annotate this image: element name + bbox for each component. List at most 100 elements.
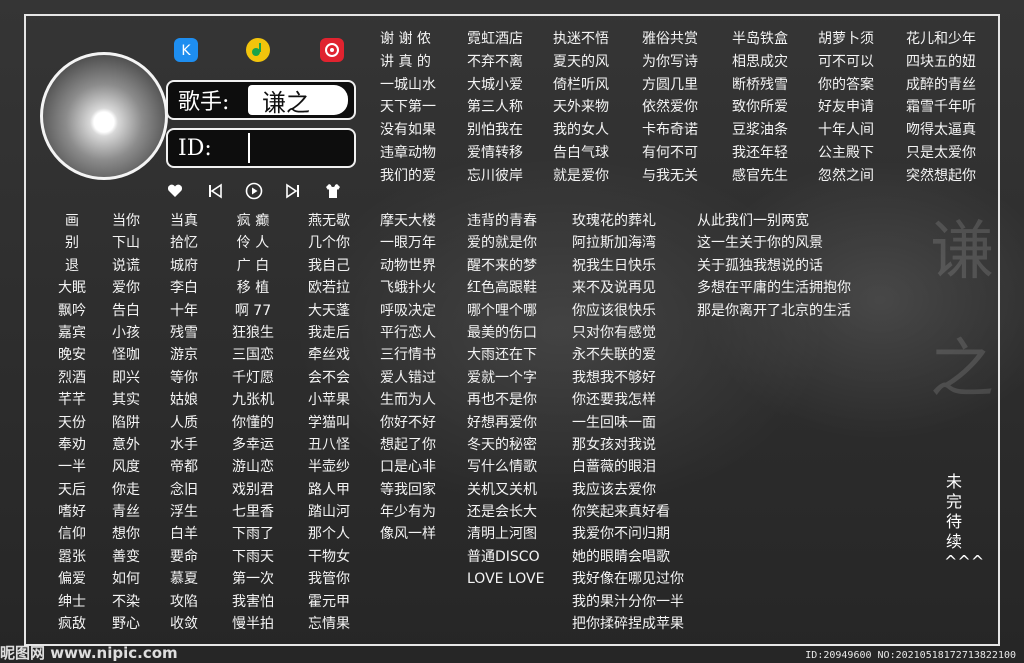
previous-icon[interactable] [206, 182, 224, 200]
to-be-continued-label: 未完待续^^^ [944, 472, 984, 571]
site-watermark: 昵图网 www.nipic.com [0, 644, 178, 662]
song-title: 依然爱你 [642, 99, 698, 116]
song-title: 忘川彼岸 [467, 167, 523, 184]
song-title: 戏别君 [232, 481, 274, 498]
singer-id-box: ID: [166, 128, 356, 168]
kugou-icon[interactable]: K [174, 38, 198, 62]
song-title: 信仰 [58, 526, 86, 543]
song-title: 攻陷 [170, 593, 198, 610]
song-title: 平行恋人 [380, 324, 436, 341]
song-title: 红色高跟鞋 [467, 280, 537, 297]
song-title: 飞蛾扑火 [380, 280, 436, 297]
song-title: 绅士 [58, 593, 86, 610]
song-title: 退 [65, 257, 79, 274]
song-title: 雅俗共赏 [642, 31, 698, 47]
song-title: 画 [65, 213, 79, 229]
song-title: 我的女人 [553, 122, 609, 139]
id-value [248, 133, 348, 163]
song-column: 半岛铁盒 相思成灾 断桥残雪 致你所爱 豆浆油条 我还年轻 感官先生 [732, 28, 788, 188]
song-title: 霍元甲 [308, 593, 350, 610]
song-title: 动物世界 [380, 257, 436, 274]
song-title: 爱情转移 [467, 144, 523, 161]
song-title: 公主殿下 [818, 144, 874, 161]
song-title: 小孩 [112, 324, 140, 341]
song-column: 画别退大眠 飘吟 嘉宾 晚安 烈酒 芊芊 天份 奉劝 一半 天后 嗜好 信仰 嚣张 偏爱 绅士 疯敌 [52, 210, 92, 635]
song-title: 我好像在哪见过你 [572, 571, 684, 588]
heart-icon[interactable] [166, 182, 184, 200]
shirt-icon[interactable] [324, 182, 342, 200]
song-title: 爱的就是你 [467, 235, 537, 252]
song-title: 不染 [112, 593, 140, 610]
song-title: 告白气球 [553, 144, 609, 161]
song-title: 我管你 [308, 571, 350, 588]
song-title: 卡布奇诺 [642, 122, 698, 139]
song-title: 花儿和少年 [906, 31, 976, 47]
song-title: 一城山水 [380, 76, 436, 93]
song-title: 三行情书 [380, 347, 436, 364]
song-title: 一半 [58, 459, 86, 476]
netease-icon[interactable] [320, 38, 344, 62]
song-title: 当真 [170, 213, 198, 229]
song-title: 大天蓬 [308, 302, 350, 319]
song-title: 半壶纱 [308, 459, 350, 476]
song-title: 偏爱 [58, 571, 86, 588]
song-title: 你好不好 [380, 414, 436, 431]
song-title: 白蔷薇的眼泪 [572, 459, 656, 476]
song-title: 为你写诗 [642, 53, 698, 70]
song-title: 与我无关 [642, 167, 698, 184]
song-title: 啊 77 [234, 302, 272, 319]
song-title: 豆浆油条 [732, 122, 788, 139]
id-label: ID: [178, 135, 212, 161]
song-title: 我应该去爱你 [572, 481, 656, 498]
song-title: 哪个哩个哪 [467, 302, 537, 319]
song-title: 燕无歇 [308, 213, 350, 229]
play-icon[interactable] [245, 182, 263, 200]
song-title: 我爱你不问归期 [572, 526, 670, 543]
song-title: 霓虹酒店 [467, 31, 523, 47]
song-title: 第三人称 [467, 99, 523, 116]
song-title: 七里香 [232, 504, 274, 521]
song-title: 怪咖 [112, 347, 140, 364]
song-title: 一眼万年 [380, 235, 436, 252]
song-title: 祝我生日快乐 [572, 257, 656, 274]
song-title: 胡萝卜须 [818, 31, 874, 47]
song-title: 你的答案 [818, 76, 874, 93]
next-icon[interactable] [284, 182, 302, 200]
song-title: 违章动物 [380, 144, 436, 161]
song-title: 大眠 [58, 280, 86, 297]
song-title: 夏天的风 [553, 53, 609, 70]
avatar [40, 52, 168, 180]
song-title: LOVE LOVE [467, 571, 545, 588]
song-title: 天后 [58, 481, 86, 498]
song-column: 谢 谢 侬讲 真 的一城山水 天下第一 没有如果 违章动物 我们的爱 [380, 28, 436, 188]
song-title: 水手 [170, 436, 198, 453]
song-title: 等我回家 [380, 481, 436, 498]
song-column: 胡萝卜须 可不可以 你的答案 好友申请 十年人间 公主殿下 忽然之间 [818, 28, 874, 188]
song-title: 别怕我在 [467, 122, 523, 139]
qqmusic-icon[interactable] [246, 38, 270, 62]
song-title: 嘉宾 [58, 324, 86, 341]
song-title: 当你 [112, 213, 140, 229]
svg-text:K: K [181, 43, 191, 59]
song-title: 关机又关机 [467, 481, 537, 498]
song-title: 天外来物 [553, 99, 609, 116]
song-title: 我们的爱 [380, 167, 436, 184]
song-title: 再也不是你 [467, 392, 537, 409]
song-title: 醒不来的梦 [467, 257, 537, 274]
song-title: 下雨了 [232, 526, 274, 543]
song-title: 倚栏听风 [553, 76, 609, 93]
song-title: 那个人 [308, 526, 350, 543]
song-title: 方圆几里 [642, 76, 698, 93]
song-title: 来不及说再见 [572, 280, 656, 297]
song-title: 要命 [170, 548, 198, 565]
song-column: 摩天大楼 一眼万年 动物世界 飞蛾扑火 呼吸决定 平行恋人 三行情书 爱人错过 生而为人 你好不好… [380, 210, 436, 546]
song-title: 执迷不悟 [553, 31, 609, 47]
song-title: 九张机 [232, 392, 274, 409]
song-title: 城府 [170, 257, 198, 274]
song-title: 慕夏 [170, 571, 198, 588]
song-title: 呼吸决定 [380, 302, 436, 319]
song-title: 爱人错过 [380, 369, 436, 386]
song-title: 我走后 [308, 324, 350, 341]
song-title: 十年 [170, 302, 198, 319]
song-title: 关于孤独我想说的话 [697, 257, 823, 274]
